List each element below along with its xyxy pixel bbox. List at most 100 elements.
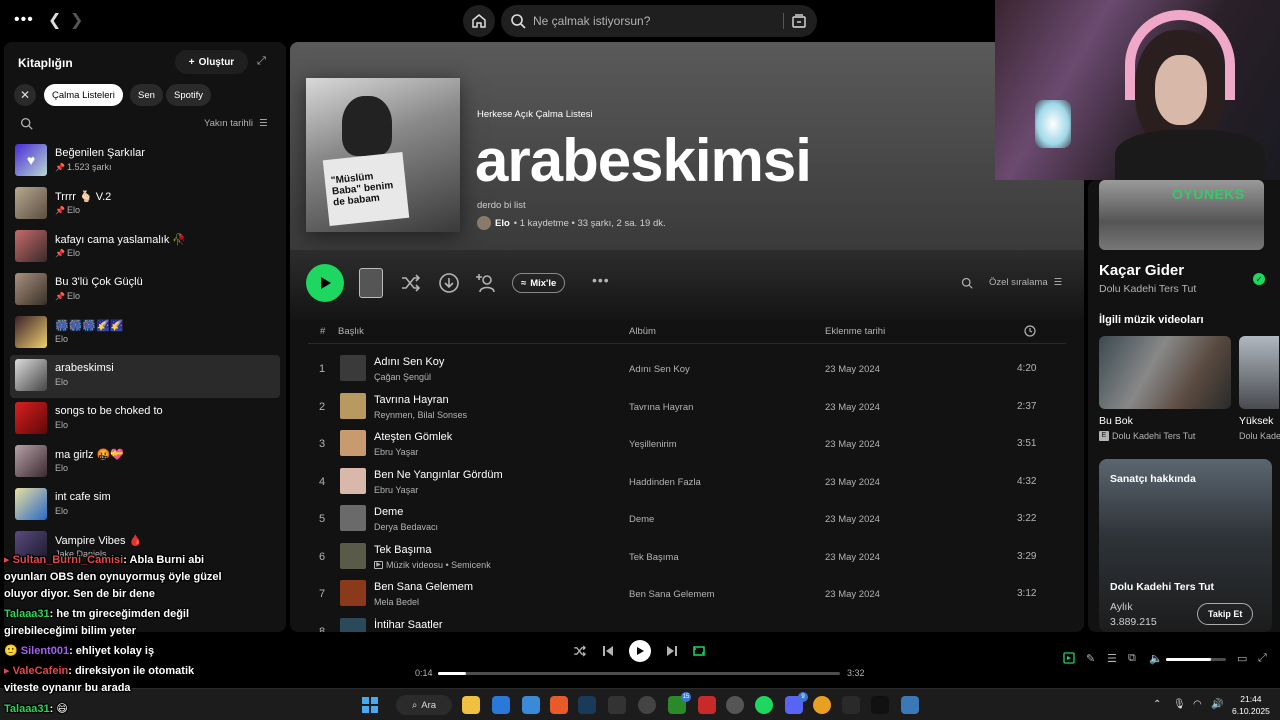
follow-button[interactable]: Takip Et <box>1197 603 1254 625</box>
table-row[interactable]: 6 Tek Başıma ▶ Müzik videosu • Semicenk Tek … <box>308 538 1066 576</box>
header-title[interactable]: Başlık <box>338 326 364 337</box>
library-item[interactable]: Trrrr 🫰🏻 V.2 📌 Elo <box>10 183 280 226</box>
queue-icon[interactable]: ☰ <box>1107 652 1117 665</box>
library-item[interactable]: kafayı cama yaslamalık 🥀 📌 Elo <box>10 226 280 269</box>
file-explorer-icon[interactable] <box>462 696 480 714</box>
steam-icon[interactable] <box>578 696 596 714</box>
back-arrow-icon[interactable]: ❮ <box>48 10 61 30</box>
fullscreen-icon[interactable]: ⤢ <box>1258 652 1267 665</box>
track-artist[interactable]: Mela Bedel <box>374 597 419 607</box>
volume-slider[interactable] <box>1166 658 1226 661</box>
forward-arrow-icon[interactable]: ❯ <box>70 10 83 30</box>
search-input[interactable]: Ne çalmak istiyorsun? <box>533 14 650 28</box>
chrome-icon[interactable] <box>813 696 831 714</box>
zoom-icon[interactable] <box>522 696 540 714</box>
davinci-icon[interactable] <box>842 696 860 714</box>
volume-icon[interactable]: 🔈 <box>1149 652 1163 665</box>
miniplayer-icon[interactable]: ▭ <box>1237 652 1247 665</box>
library-item[interactable]: ma girlz 🤬💝 Elo <box>10 441 280 484</box>
track-album[interactable]: Tek Başıma <box>629 552 679 563</box>
track-title[interactable]: Ateşten Gömlek <box>374 431 452 443</box>
microphone-icon[interactable]: 🎙 <box>1173 699 1186 710</box>
shuffle-icon[interactable] <box>400 272 422 294</box>
github-icon[interactable] <box>726 696 744 714</box>
table-row[interactable]: 2 Tavrına Hayran Reynmen, Bilal Sonses Tavr… <box>308 388 1066 426</box>
custom-sort-dropdown[interactable]: Özel sıralama ☰ <box>989 277 1062 288</box>
avatar[interactable] <box>477 216 491 230</box>
previous-icon[interactable] <box>602 645 614 657</box>
track-album[interactable]: Haddinden Fazla <box>629 477 701 488</box>
progress-bar[interactable] <box>438 672 840 675</box>
track-title[interactable]: Adını Sen Koy <box>374 356 444 368</box>
now-playing-view-icon[interactable] <box>1063 652 1075 664</box>
app-icon[interactable] <box>698 696 716 714</box>
track-title[interactable]: Ben Sana Gelemem <box>374 581 473 593</box>
library-item[interactable]: arabeskimsi Elo <box>10 355 280 398</box>
next-icon[interactable] <box>666 645 678 657</box>
video-title[interactable]: Yüksek <box>1239 415 1273 427</box>
chip-spotify[interactable]: Spotify <box>166 84 212 106</box>
table-row[interactable]: 4 Ben Ne Yangınlar Gördüm Ebru Yaşar Haddin… <box>308 463 1066 501</box>
playlist-cover[interactable]: "Müslüm Baba" benim de babam <box>306 78 460 232</box>
track-title[interactable]: Ben Ne Yangınlar Gördüm <box>374 469 503 481</box>
check-icon[interactable]: ✓ <box>1253 273 1265 285</box>
capcut-icon[interactable] <box>871 696 889 714</box>
track-album[interactable]: Tavrına Hayran <box>629 402 693 413</box>
track-title[interactable]: Tek Başıma <box>374 544 431 556</box>
taskbar-clock[interactable]: 21:44 6.10.2025 <box>1232 693 1270 717</box>
track-title[interactable]: Tavrına Hayran <box>374 394 449 406</box>
shuffle-icon[interactable] <box>573 644 587 658</box>
preview-cover[interactable] <box>359 268 383 298</box>
wifi-icon[interactable]: ◠ <box>1193 699 1202 710</box>
download-icon[interactable] <box>438 272 460 294</box>
speaker-icon[interactable]: 🔊 <box>1211 699 1223 710</box>
track-artist[interactable]: Çağan Şengül <box>374 372 431 382</box>
search-icon[interactable] <box>20 117 33 130</box>
library-item[interactable]: songs to be choked to Elo <box>10 398 280 441</box>
track-artist[interactable]: Derya Bedavacı <box>374 522 438 532</box>
track-title[interactable]: Deme <box>374 506 403 518</box>
epic-games-icon[interactable] <box>608 696 626 714</box>
lyrics-icon[interactable]: ✎ <box>1086 652 1095 665</box>
play-button[interactable] <box>306 264 344 302</box>
library-item[interactable]: ♥ Beğenilen Şarkılar 📌 1.523 şarkı <box>10 140 280 183</box>
table-row[interactable]: 3 Ateşten Gömlek Ebru Yaşar Yeşillenirim 23 … <box>308 425 1066 463</box>
table-row[interactable]: 7 Ben Sana Gelemem Mela Bedel Ben Sana Gele… <box>308 575 1066 613</box>
play-pause-button[interactable] <box>629 640 651 662</box>
track-album[interactable]: Ben Sana Gelemem <box>629 589 715 600</box>
sort-dropdown[interactable]: Yakın tarihli ☰ <box>204 118 267 129</box>
add-user-icon[interactable] <box>475 272 497 294</box>
home-button[interactable] <box>463 5 495 37</box>
video-title[interactable]: Bu Bok <box>1099 415 1133 427</box>
video-thumb[interactable] <box>1099 336 1231 409</box>
header-date[interactable]: Eklenme tarihi <box>825 326 885 337</box>
app-icon[interactable] <box>901 696 919 714</box>
create-button[interactable]: + Oluştur <box>175 50 248 74</box>
repeat-icon[interactable] <box>692 644 706 658</box>
taskbar-search[interactable]: ⌕ Ara <box>396 695 452 715</box>
table-row[interactable]: 5 Deme Derya Bedavacı Deme 23 May 2024 3:22 <box>308 500 1066 538</box>
track-title[interactable]: İntihar Saatler <box>374 619 442 631</box>
search-bar[interactable]: Ne çalmak istiyorsun? <box>501 5 817 37</box>
expand-icon[interactable]: ⤢ <box>257 55 266 68</box>
chip-you[interactable]: Sen <box>130 84 163 106</box>
track-album[interactable]: Yeşillenirim <box>629 439 677 450</box>
discord-icon[interactable]: 9 <box>785 692 808 714</box>
track-artist[interactable]: Reynmen, Bilal Sonses <box>374 410 467 420</box>
search-icon[interactable] <box>961 277 973 289</box>
library-item[interactable]: 🎆🎆🎆🌠🌠 Elo <box>10 312 280 355</box>
track-album[interactable]: Deme <box>629 514 654 525</box>
table-row[interactable]: 1 Adını Sen Koy Çağan Şengül Adını Sen Koy 2… <box>308 350 1066 388</box>
owner-link[interactable]: Elo <box>495 218 510 229</box>
connect-device-icon[interactable]: ⧉ <box>1128 652 1136 665</box>
start-icon[interactable] <box>361 696 379 714</box>
outlook-icon[interactable] <box>492 696 510 714</box>
track-artist[interactable]: Ebru Yaşar <box>374 485 418 495</box>
more-options-icon[interactable]: ••• <box>592 272 610 288</box>
xbox-icon[interactable]: 15 <box>668 692 691 714</box>
now-playing-artist[interactable]: Dolu Kadehi Ters Tut <box>1099 283 1196 295</box>
library-item[interactable]: int cafe sim Elo <box>10 484 280 527</box>
track-artist[interactable]: Ebru Yaşar <box>374 447 418 457</box>
video-thumb[interactable] <box>1239 336 1279 409</box>
brave-icon[interactable] <box>550 696 568 714</box>
